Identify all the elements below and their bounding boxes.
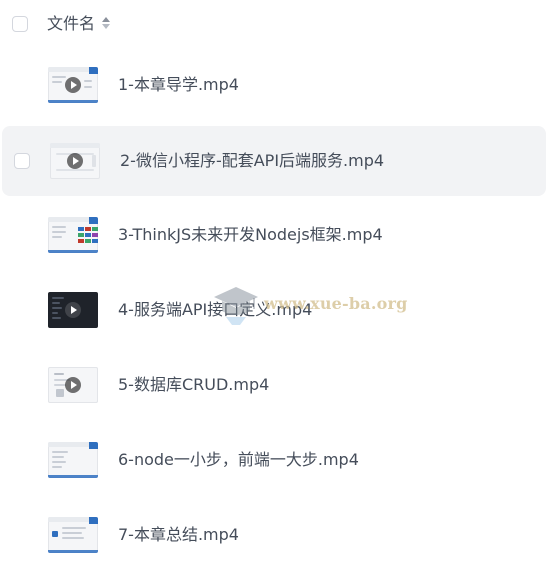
- video-thumbnail[interactable]: [48, 442, 98, 478]
- file-row[interactable]: 5-数据库CRUD.mp4: [0, 350, 546, 420]
- video-thumbnail[interactable]: [48, 292, 98, 328]
- file-row-hovered[interactable]: 2-微信小程序-配套API后端服务.mp4: [2, 126, 546, 196]
- play-icon: [67, 153, 83, 169]
- video-thumbnail[interactable]: [48, 217, 98, 253]
- file-name[interactable]: 7-本章总结.mp4: [118, 524, 239, 546]
- file-row[interactable]: 4-服务端API接口定义.mp4: [0, 275, 546, 345]
- file-row-checkbox[interactable]: [14, 153, 30, 169]
- file-name[interactable]: 3-ThinkJS未来开发Nodejs框架.mp4: [118, 224, 383, 246]
- play-icon: [65, 377, 81, 393]
- file-name[interactable]: 4-服务端API接口定义.mp4: [118, 299, 312, 321]
- file-name[interactable]: 6-node一小步，前端一大步.mp4: [118, 449, 359, 471]
- video-thumbnail[interactable]: [50, 143, 100, 179]
- file-name[interactable]: 5-数据库CRUD.mp4: [118, 374, 269, 396]
- play-icon: [65, 302, 81, 318]
- select-all-checkbox[interactable]: [12, 16, 28, 32]
- file-list-panel: 文件名 1-本章导学.mp4 2-微信小程序-配套API后端服务.mp4 3-T…: [0, 0, 546, 578]
- file-row[interactable]: 3-ThinkJS未来开发Nodejs框架.mp4: [0, 200, 546, 270]
- play-icon: [65, 77, 81, 93]
- file-row[interactable]: 1-本章导学.mp4: [0, 50, 546, 120]
- video-thumbnail[interactable]: [48, 67, 98, 103]
- column-header-filename[interactable]: 文件名: [47, 13, 95, 35]
- file-name[interactable]: 1-本章导学.mp4: [118, 74, 239, 96]
- file-row[interactable]: 6-node一小步，前端一大步.mp4: [0, 425, 546, 495]
- file-list-header: 文件名: [0, 0, 546, 50]
- sort-icon[interactable]: [101, 15, 111, 31]
- file-row[interactable]: 7-本章总结.mp4: [0, 500, 546, 570]
- video-thumbnail[interactable]: [48, 367, 98, 403]
- file-name[interactable]: 2-微信小程序-配套API后端服务.mp4: [120, 150, 384, 172]
- video-thumbnail[interactable]: [48, 517, 98, 553]
